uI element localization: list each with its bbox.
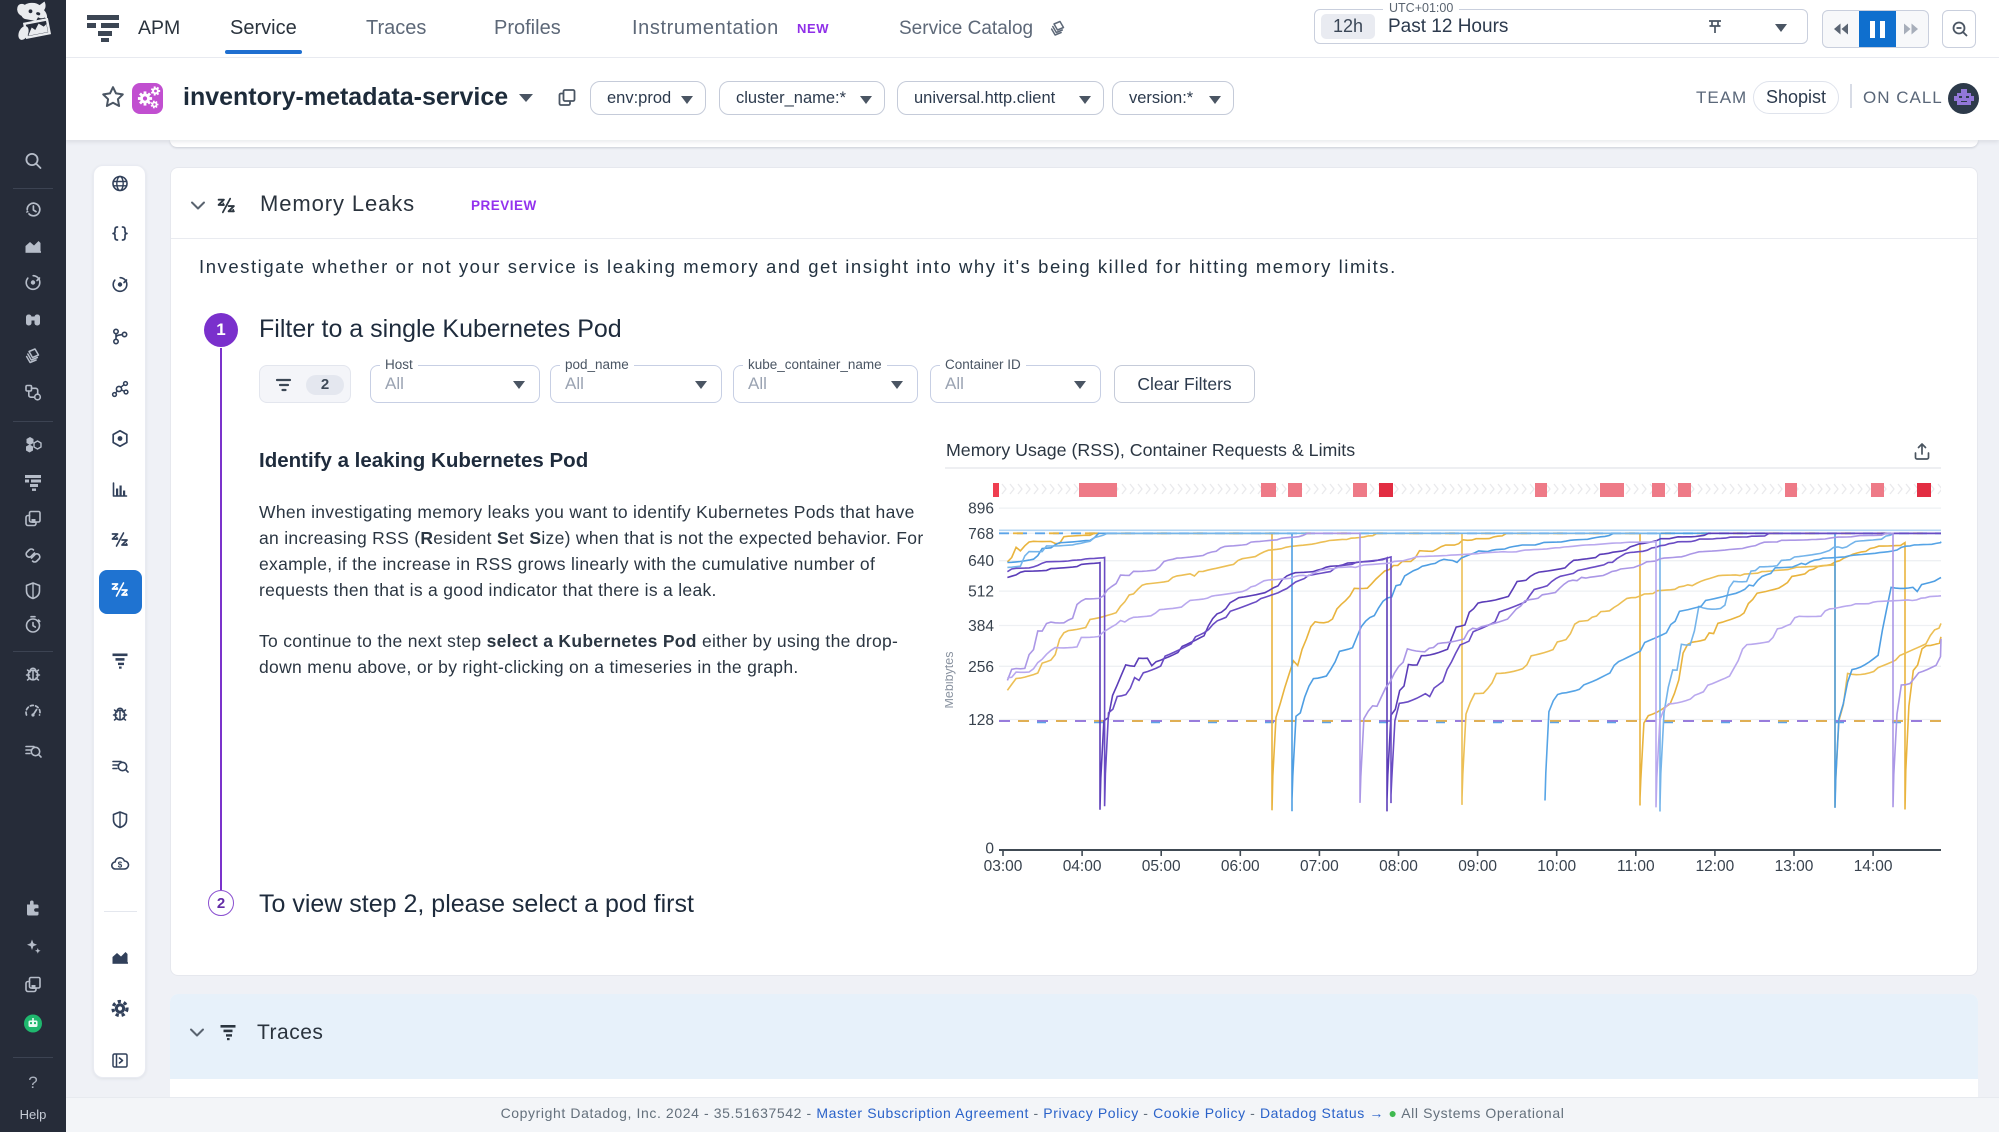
svg-text:512: 512	[968, 584, 994, 601]
svg-text:08:00: 08:00	[1379, 858, 1418, 875]
svg-text:05:00: 05:00	[1142, 858, 1181, 875]
svg-text:13:00: 13:00	[1775, 858, 1814, 875]
svg-text:640: 640	[968, 553, 994, 570]
svg-text:11:00: 11:00	[1617, 858, 1655, 875]
svg-text:09:00: 09:00	[1458, 858, 1497, 875]
svg-text:04:00: 04:00	[1063, 858, 1102, 875]
svg-text:$: $	[117, 861, 122, 870]
svg-text:06:00: 06:00	[1221, 858, 1260, 875]
svg-text:10:00: 10:00	[1537, 858, 1576, 875]
svg-text:768: 768	[968, 526, 994, 543]
svg-text:Mebibytes: Mebibytes	[945, 652, 956, 709]
svg-text:384: 384	[968, 618, 994, 635]
svg-text:12:00: 12:00	[1696, 858, 1735, 875]
svg-text:03:00: 03:00	[984, 858, 1023, 875]
svg-text:0: 0	[985, 841, 994, 858]
svg-text:07:00: 07:00	[1300, 858, 1339, 875]
svg-text:256: 256	[968, 659, 994, 676]
svg-text:896: 896	[968, 501, 994, 518]
svg-text:128: 128	[968, 712, 994, 729]
svg-text:14:00: 14:00	[1854, 858, 1893, 875]
